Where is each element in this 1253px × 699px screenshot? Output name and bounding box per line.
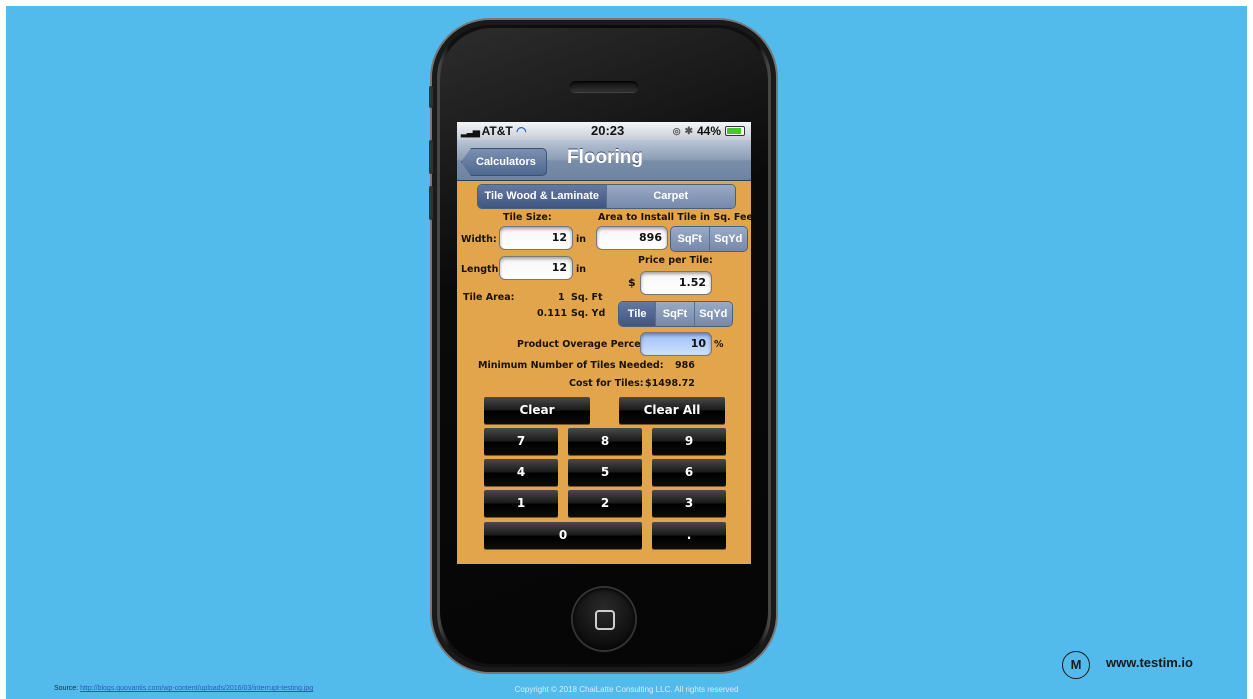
- app-screen: ▂▃▅ AT&T ◠ 20:23 ◎ ✱ 44% Calculators Flo…: [457, 122, 751, 564]
- key-decimal[interactable]: .: [652, 522, 726, 549]
- testim-logo-icon: M: [1062, 651, 1090, 679]
- tile-area-sqft-unit: Sq. Ft: [571, 292, 603, 303]
- signal-icon: ▂▃▅: [461, 127, 480, 137]
- overage-label: Product Overage Percent:: [517, 339, 656, 350]
- price-heading: Price per Tile:: [638, 255, 713, 266]
- tile-area-label: Tile Area:: [463, 292, 515, 303]
- navigation-bar: Calculators Flooring: [457, 140, 751, 181]
- key-9[interactable]: 9: [652, 428, 726, 455]
- copyright-text: Copyright © 2018 ChaiLatte Consulting LL…: [514, 685, 739, 694]
- key-1[interactable]: 1: [484, 490, 558, 517]
- area-unit-sqft[interactable]: SqFt: [671, 227, 709, 251]
- price-input[interactable]: 1.52: [640, 271, 712, 295]
- tile-area-sqft-value: 1: [558, 292, 565, 303]
- tile-area-sqyd-unit: Sq. Yd: [571, 308, 606, 319]
- wifi-icon: ◠: [516, 124, 527, 138]
- volume-down-button: [429, 186, 433, 220]
- price-unit-sqft[interactable]: SqFt: [655, 302, 694, 326]
- battery-percent: 44%: [696, 124, 721, 138]
- min-tiles-label: Minimum Number of Tiles Needed:: [478, 360, 664, 371]
- key-2[interactable]: 2: [568, 490, 642, 517]
- status-right: ◎ ✱ 44%: [673, 124, 745, 138]
- min-tiles-value: 986: [675, 360, 695, 371]
- key-8[interactable]: 8: [568, 428, 642, 455]
- iphone-device: ▂▃▅ AT&T ◠ 20:23 ◎ ✱ 44% Calculators Flo…: [429, 20, 776, 672]
- page-title: Flooring: [567, 147, 643, 168]
- clear-button[interactable]: Clear: [484, 397, 590, 424]
- length-input[interactable]: 12: [499, 256, 573, 280]
- key-7[interactable]: 7: [484, 428, 558, 455]
- key-6[interactable]: 6: [652, 459, 726, 486]
- home-button[interactable]: [573, 588, 635, 650]
- area-heading: Area to Install Tile in Sq. Feet:: [598, 212, 751, 223]
- carrier-name: AT&T: [481, 124, 513, 138]
- area-unit-sqyd[interactable]: SqYd: [708, 227, 747, 251]
- length-label: Length:: [461, 264, 503, 275]
- width-unit: in: [576, 234, 587, 245]
- back-button[interactable]: Calculators: [461, 148, 547, 176]
- tile-area-sqyd-value: 0.111: [537, 308, 568, 319]
- price-unit-sqyd[interactable]: SqYd: [693, 302, 732, 326]
- length-unit: in: [576, 264, 587, 275]
- bluetooth-icon: ✱: [684, 125, 693, 137]
- key-3[interactable]: 3: [652, 490, 726, 517]
- lock-rotation-icon: ◎: [672, 125, 681, 136]
- overage-input[interactable]: 10: [640, 332, 712, 356]
- mode-segmented-control: Tile Wood & Laminate Carpet: [477, 184, 736, 209]
- tab-carpet[interactable]: Carpet: [605, 185, 735, 208]
- price-unit-segmented: Tile SqFt SqYd: [618, 301, 733, 327]
- cost-label: Cost for Tiles:: [569, 378, 644, 389]
- key-5[interactable]: 5: [568, 459, 642, 486]
- clear-all-button[interactable]: Clear All: [619, 397, 725, 424]
- price-unit-tile[interactable]: Tile: [619, 302, 656, 326]
- carrier-indicator: ▂▃▅ AT&T ◠: [461, 124, 527, 138]
- tab-tile-wood-laminate[interactable]: Tile Wood & Laminate: [478, 185, 606, 208]
- overage-unit: %: [714, 339, 724, 350]
- volume-up-button: [429, 140, 433, 174]
- home-square-icon: [595, 610, 615, 630]
- battery-icon: [725, 126, 745, 136]
- cost-value: $1498.72: [645, 378, 695, 389]
- width-input[interactable]: 12: [499, 226, 573, 250]
- area-input[interactable]: 896: [596, 226, 668, 250]
- area-unit-segmented: SqFt SqYd: [670, 226, 748, 252]
- price-currency: $: [628, 276, 636, 289]
- testim-site-label: www.testim.io: [1106, 655, 1193, 670]
- tile-size-heading: Tile Size:: [503, 212, 552, 223]
- clock: 20:23: [591, 123, 625, 138]
- key-4[interactable]: 4: [484, 459, 558, 486]
- status-bar: ▂▃▅ AT&T ◠ 20:23 ◎ ✱ 44%: [457, 122, 751, 140]
- mute-switch: [429, 86, 433, 108]
- earpiece-speaker: [570, 81, 638, 92]
- width-label: Width:: [461, 234, 497, 245]
- key-0[interactable]: 0: [484, 522, 642, 549]
